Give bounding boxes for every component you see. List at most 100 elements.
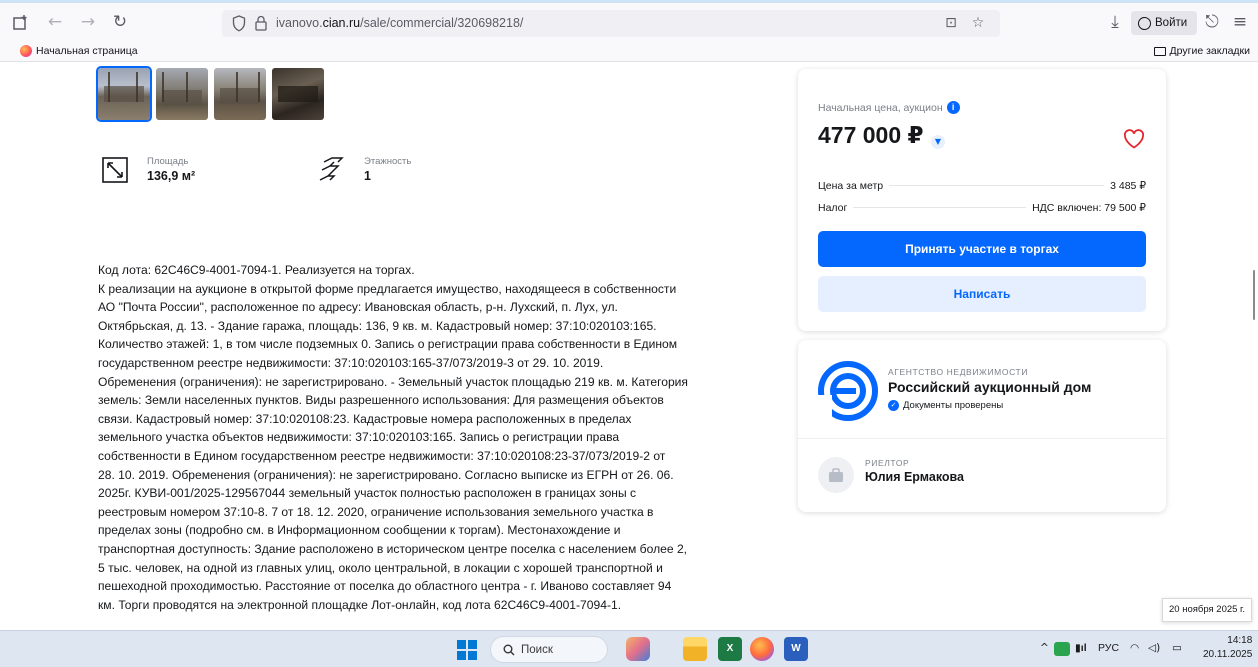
excel-icon[interactable]: X (718, 637, 742, 661)
windows-taskbar: Поиск X W ^ ▮ıl РУС ◠ ◁) ▭ 14:18 20.11.2… (0, 630, 1258, 667)
reload-icon[interactable]: ↻ (109, 11, 131, 33)
firefox-taskbar-icon[interactable] (750, 637, 774, 661)
price-per-meter-row: Цена за метр 3 485 ₽ (818, 180, 1146, 192)
forward-icon[interactable]: → (77, 11, 99, 33)
language-indicator[interactable]: РУС (1098, 642, 1119, 654)
word-icon[interactable]: W (784, 637, 808, 661)
menu-icon[interactable]: ≡ (1229, 11, 1251, 33)
description-line: км. Торги проводятся на электронной площ… (98, 597, 622, 612)
price-card: Начальная цена, аукцион i 477 000 ₽ ▼ Це… (798, 69, 1166, 331)
description-line: связи. Кадастровый номер: 37:10:020108:2… (98, 411, 632, 426)
verified-label: Документы проверены (903, 400, 1004, 411)
scrollbar-thumb[interactable] (1253, 270, 1255, 320)
description-line: государственном реестре недвижимости: 37… (98, 355, 604, 370)
lock-icon[interactable] (255, 15, 267, 31)
area-label: Площадь (147, 156, 189, 167)
bookmark-star-icon[interactable]: ☆ (969, 14, 987, 32)
heart-icon[interactable] (1123, 129, 1145, 149)
verified-check-icon: ✓ (888, 400, 899, 411)
chevron-down-icon[interactable]: ▼ (931, 135, 945, 149)
clock-time: 14:18 (1227, 635, 1253, 646)
price-value: 477 000 ₽ (818, 122, 924, 148)
description-line: пешеходной проходимостью. Расстояние от … (98, 579, 672, 594)
bookmark-home-label: Начальная страница (36, 45, 138, 57)
search-icon (503, 644, 515, 655)
description-line: собственности в Едином государственном р… (98, 448, 666, 463)
tax-label: Налог (818, 202, 848, 214)
divider (798, 438, 1166, 439)
url-text: ivanovo.cian.ru/sale/commercial/32069821… (276, 16, 524, 30)
description-line: земельного участка объектов недвижимости… (98, 430, 620, 445)
price-label: Начальная цена, аукцион (818, 101, 943, 114)
taskbar-search[interactable]: Поиск (490, 636, 608, 663)
photo-thumbnails (96, 66, 324, 122)
tax-value: НДС включен: 79 500 ₽ (1032, 202, 1146, 214)
description-line: АО "Почта России", расположенное по адре… (98, 300, 618, 315)
feature-area: Площадь 136,9 м² (101, 156, 195, 184)
clock[interactable]: 14:18 20.11.2025 (1203, 634, 1252, 662)
page-content: Площадь 136,9 м² Этажность 1 Код лота: 6… (0, 62, 1258, 630)
description-line: 2025г. КУВИ-001/2025-129567044 земельный… (98, 486, 637, 501)
info-icon[interactable]: i (946, 101, 960, 114)
realtor-type: РИЕЛТОР (865, 458, 910, 468)
tabs-icon[interactable] (10, 11, 32, 33)
photo-thumbnail[interactable] (272, 68, 324, 120)
windows-start-icon[interactable] (457, 640, 477, 660)
photo-thumbnail[interactable] (214, 68, 266, 120)
battery-icon[interactable]: ▭ (1172, 642, 1182, 654)
signin-label: Войти (1155, 17, 1188, 29)
feature-floors: Этажность 1 (318, 156, 411, 184)
description-line: 28. 10. 2019. Обременения (ограничения):… (98, 467, 674, 482)
folder-icon (1153, 46, 1166, 56)
file-explorer-icon[interactable] (683, 637, 707, 661)
shield-icon[interactable] (232, 15, 246, 32)
bookmark-home[interactable]: Начальная страница (20, 45, 138, 57)
downloads-icon[interactable]: ⤓ (1104, 11, 1126, 33)
bookmarks-bar: Начальная страница Другие закладки (0, 40, 1258, 62)
realtor-avatar[interactable] (818, 457, 854, 493)
bookmark-other-label: Другие закладки (1169, 45, 1250, 57)
per-meter-label: Цена за метр (818, 180, 884, 192)
area-icon (102, 157, 128, 183)
agency-card: АГЕНТСТВО НЕДВИЖИМОСТИ Российский аукцио… (798, 340, 1166, 512)
per-meter-value: 3 485 ₽ (1110, 180, 1146, 192)
tray-chart-icon[interactable]: ▮ıl (1075, 642, 1087, 654)
share-icon[interactable]: ⎋ (1201, 11, 1223, 33)
description-line: пределах зоны (подробно см. в Информацио… (98, 523, 621, 538)
listing-description: Код лота: 62С46С9-4001-7094-1. Реализует… (98, 261, 743, 614)
address-bar[interactable]: ivanovo.cian.ru/sale/commercial/32069821… (222, 10, 1000, 37)
stairs-icon (319, 157, 344, 181)
bookmark-other[interactable]: Другие закладки (1153, 45, 1250, 57)
volume-icon[interactable]: ◁) (1148, 642, 1160, 654)
agency-logo[interactable] (818, 361, 878, 421)
description-line: Код лота: 62С46С9-4001-7094-1. Реализует… (98, 263, 415, 277)
description-line: К реализации на аукционе в открытой форм… (98, 281, 677, 296)
description-line: Обременения (ограничения): не зарегистри… (98, 374, 688, 389)
browser-toolbar: ← → ↻ ivanovo.cian.ru/sale/commercial/32… (0, 3, 1258, 40)
reader-view-icon[interactable]: ⊡ (942, 14, 960, 32)
photo-thumbnail[interactable] (96, 66, 152, 122)
floors-value: 1 (364, 169, 371, 183)
tray-app-icon[interactable] (1054, 642, 1070, 656)
agency-type: АГЕНТСТВО НЕДВИЖИМОСТИ (888, 367, 1029, 377)
signin-button[interactable]: Войти (1131, 11, 1197, 35)
join-auction-button[interactable]: Принять участие в торгах (818, 231, 1146, 267)
date-tooltip: 20 ноября 2025 г. (1162, 598, 1252, 622)
briefcase-icon (829, 468, 843, 482)
description-line: 5 тыс. человек, на одной из главных улиц… (98, 560, 663, 575)
back-icon[interactable]: ← (44, 11, 66, 33)
write-message-button[interactable]: Написать (818, 276, 1146, 312)
description-line: земель: Земли населенных пунктов. Виды р… (98, 393, 664, 408)
realtor-name[interactable]: Юлия Ермакова (865, 470, 964, 484)
account-icon (1138, 16, 1151, 30)
wifi-icon[interactable]: ◠ (1130, 642, 1139, 654)
tax-row: Налог НДС включен: 79 500 ₽ (818, 202, 1146, 214)
photo-thumbnail[interactable] (156, 68, 208, 120)
tray-chevron-icon[interactable]: ^ (1040, 642, 1049, 654)
agency-name[interactable]: Российский аукционный дом (888, 379, 1091, 395)
area-value: 136,9 м² (147, 169, 196, 183)
firefox-icon (20, 45, 32, 57)
weather-widget-icon[interactable] (626, 637, 650, 661)
description-line: Количество этажей: 1, в том числе подзем… (98, 337, 678, 352)
verified-row: ✓ Документы проверены (888, 400, 1003, 411)
